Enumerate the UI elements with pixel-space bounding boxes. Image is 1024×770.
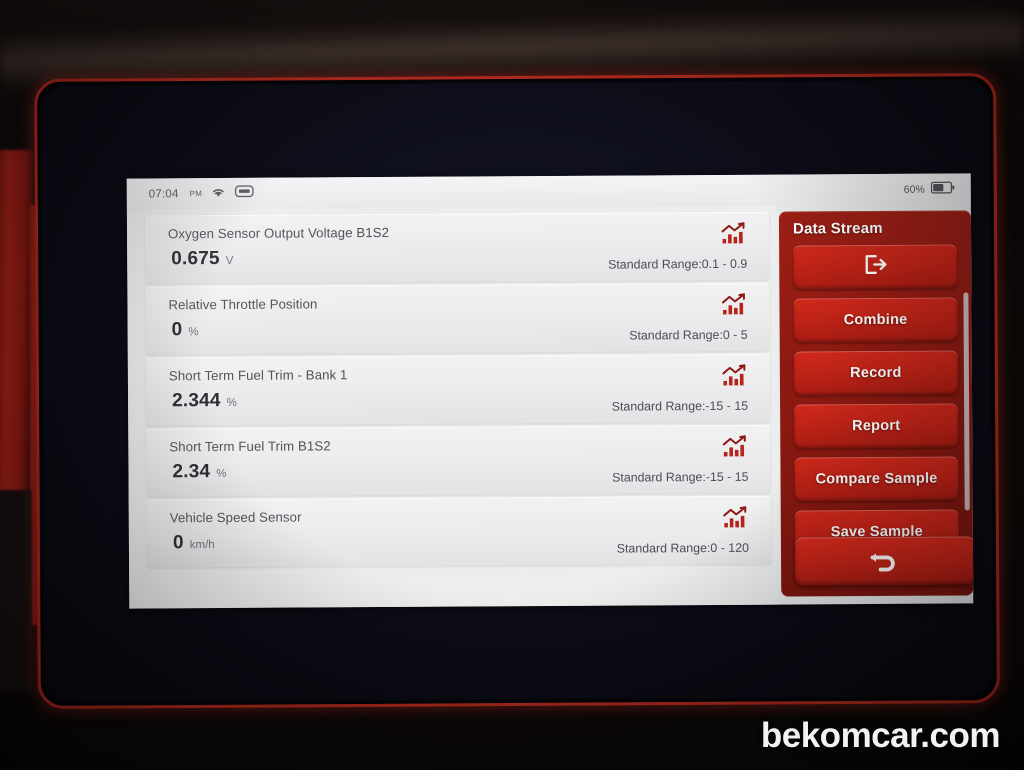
parameter-value: 2.344 xyxy=(171,390,221,412)
back-button[interactable] xyxy=(794,536,974,586)
record-button-label: Record xyxy=(850,364,902,382)
side-panel-title: Data Stream xyxy=(792,219,883,238)
standard-range-label: Standard Range:-15 - 15 xyxy=(611,398,749,414)
vci-connector-icon xyxy=(235,184,255,202)
standard-range-label: Standard Range:0.1 - 0.9 xyxy=(608,256,748,272)
status-bar: 07:04 PM 60% xyxy=(126,173,971,210)
data-stream-row[interactable]: Relative Throttle Position 0 % Standard … xyxy=(145,282,770,355)
background-block-bottom-left xyxy=(0,490,32,690)
parameter-name: Oxygen Sensor Output Voltage B1S2 xyxy=(167,224,390,242)
side-panel-scrollbar[interactable] xyxy=(963,292,970,511)
compare-sample-button-label: Compare Sample xyxy=(815,470,938,488)
combine-button-label: Combine xyxy=(843,311,908,329)
bar-chart-icon[interactable] xyxy=(721,222,746,250)
watermark: bekomcar.com xyxy=(760,716,1001,755)
parameter-value: 2.34 xyxy=(172,461,211,483)
status-bar-right: 60% xyxy=(904,180,955,198)
parameter-name: Vehicle Speed Sensor xyxy=(169,509,302,526)
report-button-label: Report xyxy=(852,417,901,435)
bar-chart-icon[interactable] xyxy=(722,435,747,463)
parameter-name: Relative Throttle Position xyxy=(168,296,318,313)
exit-icon xyxy=(862,253,888,281)
parameter-value-group: 0 % xyxy=(172,319,199,341)
data-stream-list[interactable]: Oxygen Sensor Output Voltage B1S2 0.675 … xyxy=(126,205,780,609)
parameter-name: Short Term Fuel Trim B1S2 xyxy=(169,438,331,455)
parameter-value-group: 2.34 % xyxy=(172,461,226,483)
status-bar-left: 07:04 PM xyxy=(148,184,255,203)
report-button[interactable]: Report xyxy=(794,403,959,449)
data-stream-row[interactable]: Vehicle Speed Sensor 0 km/h Standard Ran… xyxy=(146,495,772,568)
data-stream-row[interactable]: Short Term Fuel Trim - Bank 1 2.344 % St… xyxy=(145,353,771,426)
parameter-value-group: 0.675 V xyxy=(171,248,233,270)
compare-sample-button[interactable]: Compare Sample xyxy=(794,456,959,502)
data-stream-row[interactable]: Oxygen Sensor Output Voltage B1S2 0.675 … xyxy=(144,211,770,284)
standard-range-label: Standard Range:0 - 120 xyxy=(616,540,750,556)
battery-icon xyxy=(930,180,955,198)
parameter-unit: V xyxy=(225,254,234,267)
parameter-unit: % xyxy=(226,396,237,409)
status-time: 07:04 xyxy=(148,187,179,200)
photo-background: 07:04 PM 60% Oxygen Sensor Output Voltag… xyxy=(0,0,1024,770)
parameter-value: 0 xyxy=(171,319,183,341)
standard-range-label: Standard Range:-15 - 15 xyxy=(612,469,749,485)
record-button[interactable]: Record xyxy=(793,350,959,396)
data-stream-row[interactable]: Short Term Fuel Trim B1S2 2.34 % Standar… xyxy=(146,424,771,497)
parameter-unit: % xyxy=(216,467,227,481)
parameter-value: 0 xyxy=(172,532,184,554)
status-meridiem: PM xyxy=(189,189,203,199)
standard-range-label: Standard Range:0 - 5 xyxy=(629,327,748,343)
bar-chart-icon[interactable] xyxy=(721,293,746,321)
parameter-value-group: 2.344 % xyxy=(172,390,237,412)
back-arrow-icon xyxy=(867,543,903,578)
parameter-unit: % xyxy=(188,326,199,339)
parameter-value: 0.675 xyxy=(171,248,220,270)
wifi-icon xyxy=(211,184,226,202)
bar-chart-icon[interactable] xyxy=(723,506,748,534)
exit-button[interactable] xyxy=(793,244,958,290)
bar-chart-icon[interactable] xyxy=(722,364,747,392)
battery-percent-label: 60% xyxy=(903,183,925,196)
parameter-name: Short Term Fuel Trim - Bank 1 xyxy=(168,367,348,384)
diagnostic-app-screen: 07:04 PM 60% Oxygen Sensor Output Voltag… xyxy=(126,173,974,609)
combine-button[interactable]: Combine xyxy=(793,297,958,343)
parameter-value-group: 0 km/h xyxy=(173,532,215,554)
parameter-unit: km/h xyxy=(189,539,215,552)
